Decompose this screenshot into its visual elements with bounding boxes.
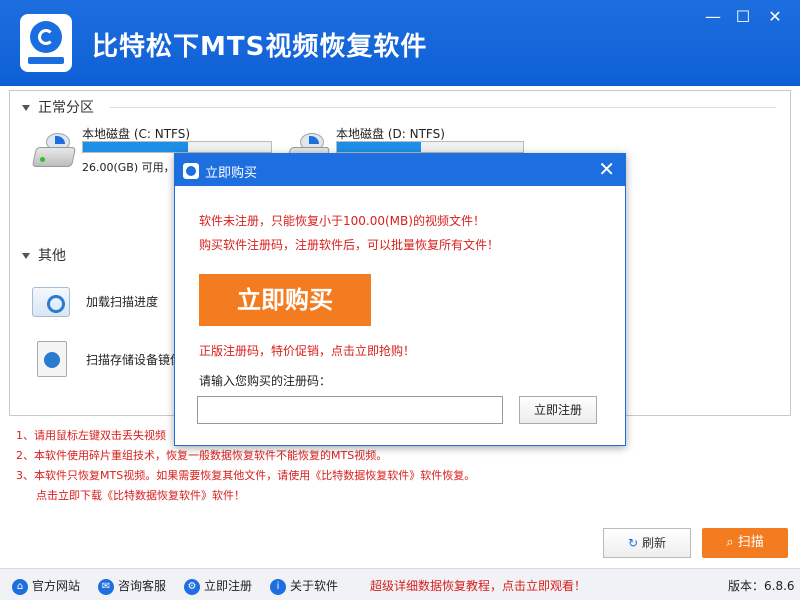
info-icon: i bbox=[270, 578, 286, 595]
close-icon[interactable]: ✕ bbox=[760, 6, 790, 28]
register-link[interactable]: ⚙ 立即注册 bbox=[184, 577, 252, 595]
title-bar: 比特松下MTS视频恢复软件 — ☐ ✕ bbox=[0, 0, 800, 86]
note-line: 3、本软件只恢复MTS视频。如果需要恢复其他文件，请使用《比特数据恢复软件》软件… bbox=[16, 469, 476, 482]
reg-code-label: 请输入您购买的注册码： bbox=[199, 374, 332, 388]
reg-code-input[interactable] bbox=[197, 396, 503, 424]
disk-free-space: 26.00(GB) 可用， bbox=[82, 161, 175, 174]
chat-icon: ✉ bbox=[98, 578, 114, 595]
scan-progress-icon bbox=[32, 287, 70, 317]
download-link[interactable]: 点击立即下载《比特数据恢复软件》软件！ bbox=[16, 486, 475, 506]
website-link[interactable]: ⌂ 官方网站 bbox=[12, 577, 80, 595]
disk-usage-bar bbox=[82, 141, 272, 153]
other-item-label: 加载扫描进度 bbox=[86, 295, 159, 309]
home-icon: ⌂ bbox=[12, 578, 28, 595]
version-label: 版本：6.8.6 bbox=[728, 579, 795, 593]
refresh-icon: ↻ bbox=[628, 536, 639, 550]
device-image-icon bbox=[37, 341, 67, 377]
collapse-triangle-icon bbox=[22, 253, 30, 259]
promo-link[interactable]: 正版注册码，特价促销，点击立即抢购！ bbox=[199, 342, 415, 359]
dialog-header: 立即购买 ✕ bbox=[175, 154, 625, 186]
register-icon: ⚙ bbox=[184, 578, 200, 595]
note-line: 2、本软件使用碎片重组技术，恢复一般数据恢复软件不能恢复的MTS视频。 bbox=[16, 449, 388, 462]
disk-name: 本地磁盘 (C: NTFS) bbox=[82, 127, 191, 141]
refresh-button[interactable]: ↻ 刷新 bbox=[603, 528, 691, 558]
search-icon: ⌕ bbox=[726, 535, 734, 550]
minimize-icon[interactable]: — bbox=[698, 6, 728, 28]
hard-drive-icon bbox=[31, 133, 78, 169]
divider bbox=[110, 107, 776, 108]
register-now-button[interactable]: 立即注册 bbox=[519, 396, 597, 424]
other-item-label: 扫描存储设备镜像 bbox=[86, 353, 183, 367]
register-hint: 购买软件注册码，注册软件后，可以批量恢复所有文件！ bbox=[199, 238, 500, 252]
purchase-dialog: 立即购买 ✕ 软件未注册，只能恢复小于100.00(MB)的视频文件！ 购买软件… bbox=[174, 153, 626, 446]
app-logo-icon bbox=[20, 14, 72, 72]
buy-now-button[interactable]: 立即购买 bbox=[199, 274, 371, 326]
unregistered-warning: 软件未注册，只能恢复小于100.00(MB)的视频文件！ bbox=[199, 214, 485, 228]
tutorial-promo-link[interactable]: 超级详细数据恢复教程，点击立即观看！ bbox=[370, 577, 586, 594]
app-title: 比特松下MTS视频恢复软件 bbox=[92, 32, 428, 62]
disk-usage-bar bbox=[336, 141, 524, 153]
dialog-title: 立即购买 bbox=[205, 166, 258, 181]
about-link[interactable]: i 关于软件 bbox=[270, 577, 338, 595]
maximize-icon[interactable]: ☐ bbox=[728, 6, 758, 28]
section-others[interactable]: 其他 bbox=[22, 245, 66, 265]
scan-button[interactable]: ⌕ 扫描 bbox=[702, 528, 788, 558]
support-link[interactable]: ✉ 咨询客服 bbox=[98, 577, 166, 595]
disk-name: 本地磁盘 (D: NTFS) bbox=[336, 127, 445, 141]
section-normal-partitions[interactable]: 正常分区 bbox=[22, 97, 94, 117]
collapse-triangle-icon bbox=[22, 105, 30, 111]
status-bar: ⌂ 官方网站 ✉ 咨询客服 ⚙ 立即注册 i 关于软件 超级详细数据恢复教程，点击立即观… bbox=[0, 568, 800, 600]
app-small-icon bbox=[183, 163, 199, 179]
dialog-close-icon[interactable]: ✕ bbox=[598, 158, 615, 180]
